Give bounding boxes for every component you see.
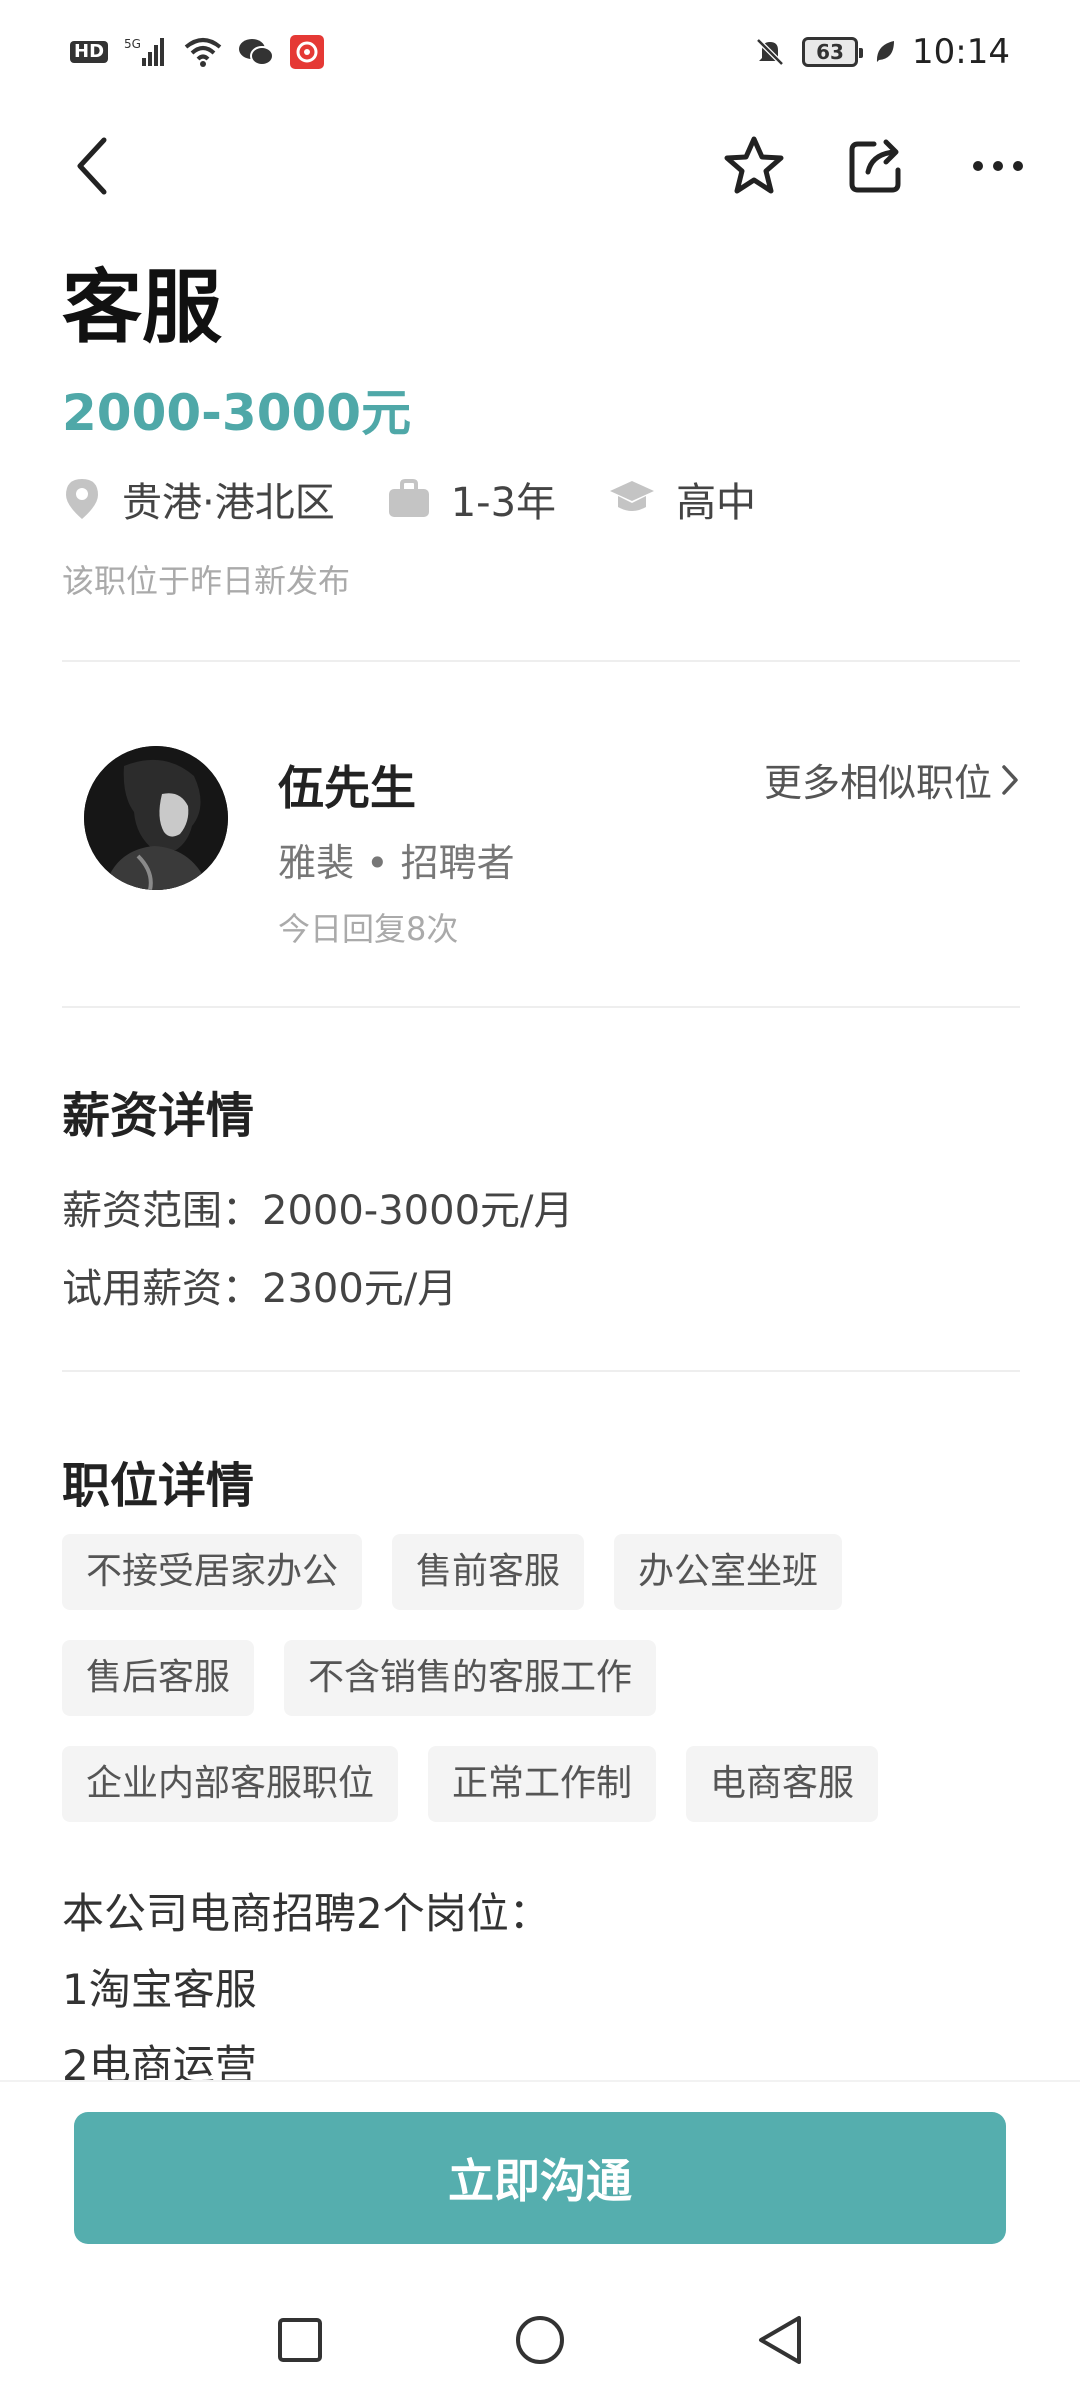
job-tag: 企业内部客服职位: [62, 1746, 399, 1822]
graduation-cap-icon: [610, 481, 655, 511]
star-icon: [724, 136, 784, 194]
location-icon: [66, 479, 98, 519]
job-tag: 售后客服: [62, 1640, 255, 1716]
job-meta: 贵港·港北区 1-3年 高中: [62, 470, 756, 528]
salary-range: 薪资范围：2000-3000元/月: [62, 1188, 574, 1234]
favorite-button[interactable]: [722, 134, 786, 198]
briefcase-icon: [388, 479, 429, 517]
job-tag: 电商客服: [686, 1746, 879, 1822]
circle-icon: [516, 2316, 564, 2364]
chevron-right-icon: [1002, 764, 1018, 795]
avatar-image: [84, 746, 228, 890]
leaf-icon: [874, 39, 896, 65]
square-icon: [278, 2318, 322, 2362]
share-button[interactable]: [844, 134, 908, 198]
job-tag: 不接受居家办公: [62, 1534, 363, 1610]
back-icon: [77, 137, 107, 195]
system-nav-bar: [0, 2280, 1080, 2400]
job-salary: 2000-3000元: [62, 384, 412, 442]
trial-salary: 试用薪资：2300元/月: [62, 1266, 458, 1312]
mute-icon: [754, 36, 786, 68]
battery-icon: 63: [802, 37, 864, 67]
recruiter-reply-count: 今日回复8次: [278, 910, 459, 948]
network-label: 5G: [124, 37, 141, 51]
wechat-icon: [238, 37, 275, 67]
job-experience: 1-3年: [387, 470, 556, 528]
job-experience-text: 1-3年: [450, 480, 557, 526]
hd-icon: HD: [70, 41, 109, 63]
divider: [62, 1006, 1020, 1008]
salary-details-title: 薪资详情: [62, 1088, 255, 1144]
job-education: 高中: [608, 470, 756, 528]
recruiter-avatar[interactable]: [84, 746, 228, 890]
status-bar: HD 5G 63 10:14: [0, 0, 1080, 104]
divider: [62, 660, 1020, 662]
job-education-text: 高中: [676, 480, 757, 526]
divider: [62, 1370, 1020, 1372]
status-left: HD 5G: [70, 35, 325, 69]
more-button[interactable]: [966, 134, 1030, 198]
job-tag: 办公室坐班: [614, 1534, 843, 1610]
job-description-line: 本公司电商招聘2个岗位：: [62, 1889, 551, 1938]
job-tag: 正常工作制: [428, 1746, 657, 1822]
posted-note: 该职位于昨日新发布: [62, 562, 351, 600]
status-right: 63 10:14: [754, 32, 1010, 72]
job-tags: 不接受居家办公 售前客服 办公室坐班 售后客服 不含销售的客服工作 企业内部客服…: [62, 1534, 1022, 1822]
job-tag: 不含销售的客服工作: [284, 1640, 657, 1716]
chat-now-button[interactable]: 立即沟通: [74, 2112, 1006, 2244]
job-location-text: 贵港·港北区: [122, 480, 335, 526]
more-icon: [973, 161, 1023, 171]
job-detail-page: HD 5G 63 10:14 客服 2000-3000元 贵港·港北区 1-3年…: [0, 0, 1080, 2400]
job-details-title: 职位详情: [62, 1458, 255, 1514]
job-description-line: 1淘宝客服: [62, 1965, 257, 2014]
job-location: 贵港·港北区: [62, 470, 335, 528]
signal-icon: 5G: [124, 36, 168, 68]
triangle-back-icon: [759, 2316, 801, 2364]
recruiter-name: 伍先生: [278, 761, 416, 815]
nav-actions: [722, 134, 1030, 198]
share-icon: [849, 139, 901, 193]
app-notification-icon: [290, 35, 325, 69]
top-nav: [0, 104, 1080, 228]
back-button[interactable]: [62, 134, 126, 198]
similar-jobs-label: 更多相似职位: [763, 761, 992, 805]
recruiter-company: 雅裴 • 招聘者: [278, 841, 515, 885]
job-title: 客服: [62, 261, 222, 354]
similar-jobs-link[interactable]: 更多相似职位: [764, 752, 1020, 807]
bottom-bar: 立即沟通: [0, 2080, 1080, 2280]
status-time: 10:14: [912, 32, 1010, 72]
wifi-icon: [184, 37, 222, 67]
recent-apps-button[interactable]: [268, 2308, 332, 2372]
system-back-button[interactable]: [748, 2308, 812, 2372]
home-button[interactable]: [508, 2308, 572, 2372]
job-tag: 售前客服: [392, 1534, 585, 1610]
